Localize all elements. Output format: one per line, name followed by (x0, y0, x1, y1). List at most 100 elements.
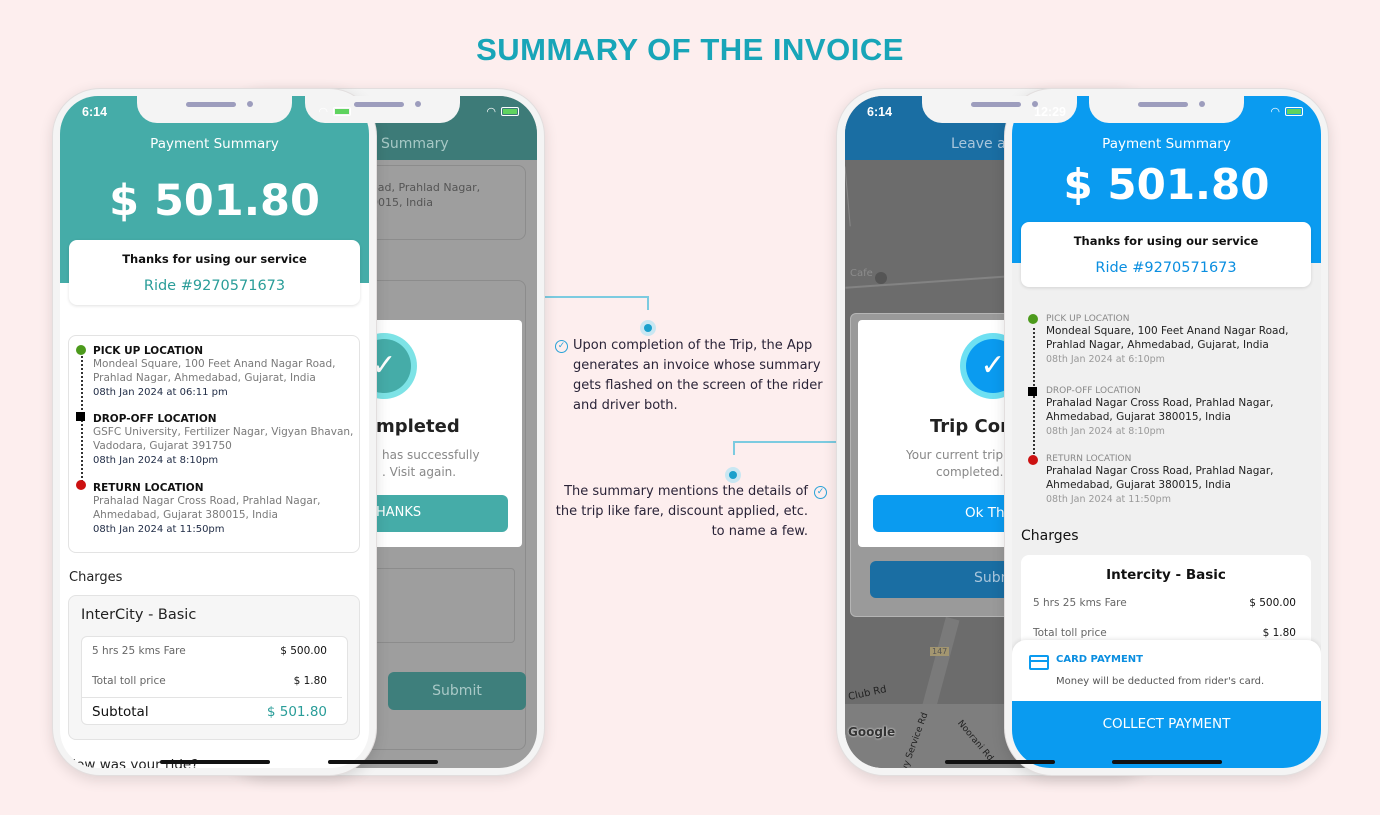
subtotal-label: Subtotal (92, 704, 149, 720)
payment-method: CARD PAYMENT (1056, 654, 1143, 665)
dialog-title: mpleted (376, 416, 460, 437)
location-item: DROP-OFF LOCATION GSFC University, Ferti… (93, 413, 353, 468)
status-time: 6:14 (867, 105, 893, 119)
annotation-2: The summary mentions the details of the … (546, 482, 808, 542)
header-title: Payment Summary (150, 136, 279, 152)
text-label: DROP-OFF LOCATION (1046, 386, 1141, 396)
text-label: Ahmedabad, Gujarat 380015, India (93, 509, 278, 521)
annotation-line: gets flashed on the screen of the rider (573, 378, 823, 393)
text-label: 08th Jan 2024 at 06:11 pm (93, 387, 228, 398)
charges-label: Charges (1021, 528, 1079, 544)
dialog-text: Your current trip (906, 448, 1004, 462)
text-label: 08th Jan 2024 at 11:50pm (1046, 494, 1171, 505)
location-item: PICK UP LOCATION Mondeal Square, 100 Fee… (93, 345, 335, 400)
text-label: Mondeal Square, 100 Feet Anand Nagar Roa… (1046, 325, 1289, 337)
annotation-line: generates an invoice whose summary (573, 358, 821, 373)
annotation-line: Upon completion of the Trip, the App (573, 338, 813, 353)
page-title: SUMMARY OF THE INVOICE (476, 32, 904, 67)
text-label: GSFC University, Fertilizer Nagar, Vigya… (93, 426, 354, 438)
wifi-icon: ◠ (1270, 105, 1280, 118)
battery-icon (333, 107, 351, 116)
check-circle-icon: ✓ (555, 340, 568, 353)
wifi-icon: ◠ (486, 105, 496, 118)
connector-line (733, 441, 837, 443)
text-label: Total toll price (1033, 627, 1107, 639)
text-label: 08th Jan 2024 at 11:50pm (93, 524, 225, 535)
wifi-icon: ◠ (318, 105, 328, 118)
charges-label: Charges (69, 570, 123, 585)
status-icons: ◠ (486, 105, 519, 118)
ride-id: Ride #9270571673 (1095, 260, 1237, 276)
map-label: Club Rd (847, 684, 888, 703)
ride-card: Thanks for using our service Ride #92705… (69, 240, 360, 305)
status-time: 6:14 (82, 105, 108, 119)
battery-icon (1285, 107, 1303, 116)
location-item: RETURN LOCATION Prahalad Nagar Cross Roa… (93, 482, 320, 537)
plan-name: InterCity - Basic (81, 607, 197, 623)
text-label: Ahmedabad, Gujarat 380015, India (1046, 479, 1231, 491)
payment-sheet: CARD PAYMENT Money will be deducted from… (1012, 640, 1321, 768)
text-label: 08th Jan 2024 at 6:10pm (1046, 354, 1165, 365)
collect-payment-button[interactable]: COLLECT PAYMENT (1012, 701, 1321, 768)
text-label: DROP-OFF LOCATION (93, 413, 217, 425)
pickup-marker-icon (1028, 314, 1038, 324)
location-item: RETURN LOCATION Prahalad Nagar Cross Roa… (1046, 454, 1273, 507)
status-time: 12:29 (1034, 105, 1066, 119)
text-label: Prahalad Nagar Cross Road, Prahlad Nagar… (93, 495, 321, 507)
driver-payment-summary-screen: 12:29 ◠ Payment Summary $ 501.80 Thanks … (1012, 96, 1321, 768)
text-label: $ 500.00 (280, 645, 327, 657)
button-label: HANKS (376, 505, 422, 520)
address-fragment: 0015, India (371, 196, 433, 209)
map-pin-icon (875, 272, 887, 284)
dialog-text: . Visit again. (382, 465, 457, 479)
payment-note: Money will be deducted from rider's card… (1056, 676, 1265, 687)
dialog-text: has successfully (382, 448, 480, 462)
text-label: Total toll price (92, 675, 166, 687)
fare-table: 5 hrs 25 kms Fare $ 500.00 Total toll pr… (81, 636, 348, 725)
address-fragment: oad, Prahlad Nagar, (371, 181, 481, 194)
google-logo: Google (848, 725, 896, 739)
thanks-text: Thanks for using our service (122, 252, 307, 266)
text-label: Prahlad Nagar, Ahmedabad, Gujarat, India (93, 372, 316, 384)
credit-card-icon (1029, 655, 1049, 670)
battery-icon (501, 107, 519, 116)
return-marker-icon (76, 480, 86, 490)
total-amount: $ 501.80 (109, 176, 320, 226)
text-label: Prahalad Nagar Cross Road, Prahlad Nagar… (1046, 465, 1274, 477)
dropoff-marker-icon (1028, 387, 1037, 396)
header-title: Leave a (951, 136, 1006, 152)
annotation-line: to name a few. (711, 524, 808, 539)
header-title: Payment Summary (1102, 136, 1231, 152)
text-label: 5 hrs 25 kms Fare (92, 645, 186, 657)
annotation-dot (640, 320, 656, 336)
text-label: Prahlad Nagar, Ahmedabad, Gujarat, India (1046, 339, 1269, 351)
map-label: 147 (930, 647, 950, 656)
text-label: 5 hrs 25 kms Fare (1033, 597, 1127, 609)
text-label: 08th Jan 2024 at 8:10pm (1046, 426, 1165, 437)
return-marker-icon (1028, 455, 1038, 465)
plan-name: Intercity - Basic (1106, 567, 1226, 583)
location-item: PICK UP LOCATION Mondeal Square, 100 Fee… (1046, 314, 1288, 367)
subtotal-value: $ 501.80 (266, 704, 327, 720)
text-label: Mondeal Square, 100 Feet Anand Nagar Roa… (93, 358, 336, 370)
text-label: RETURN LOCATION (1046, 454, 1132, 464)
text-label: $ 1.80 (293, 675, 327, 687)
annotation-line: The summary mentions the details of (564, 484, 808, 499)
ride-card: Thanks for using our service Ride #92705… (1021, 222, 1311, 287)
submit-button[interactable]: Submit (388, 672, 526, 710)
annotation-line: and driver both. (573, 398, 678, 413)
annotation-line: the trip like fare, discount applied, et… (555, 504, 808, 519)
dropoff-marker-icon (76, 412, 85, 421)
charges-card: InterCity - Basic 5 hrs 25 kms Fare $ 50… (68, 595, 360, 740)
map-label: Cafe (850, 268, 873, 279)
connector-line (733, 441, 735, 455)
text-label: PICK UP LOCATION (1046, 314, 1130, 324)
header-title: Summary (381, 136, 449, 152)
annotation-1: Upon completion of the Trip, the App gen… (573, 336, 823, 416)
text-label: Vadodara, Gujarat 391750 (93, 440, 232, 452)
connector-line (647, 296, 649, 310)
annotation-dot (725, 467, 741, 483)
text-label: $ 500.00 (1249, 597, 1296, 609)
address-fragment: n (371, 210, 480, 225)
text-label: 08th Jan 2024 at 8:10pm (93, 455, 219, 466)
